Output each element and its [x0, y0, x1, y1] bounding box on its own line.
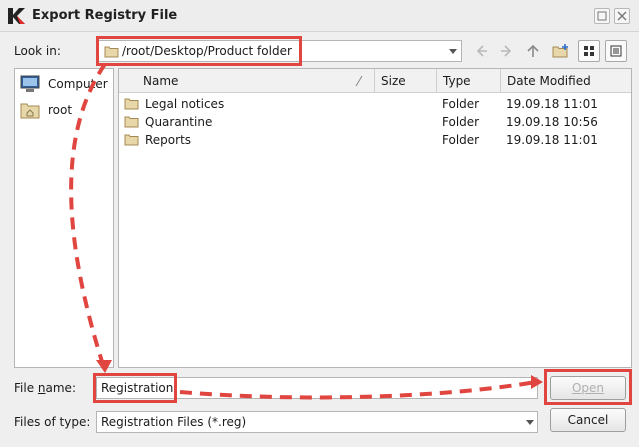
file-name: Legal notices [145, 97, 225, 111]
filename-label: File name: [14, 381, 76, 395]
filetype-value: Registration Files (*.reg) [101, 415, 247, 429]
column-header-name[interactable]: Name [119, 69, 375, 93]
parent-directory-button[interactable] [522, 40, 544, 62]
column-header-type[interactable]: Type [437, 69, 501, 93]
minimize-icon [597, 11, 607, 21]
icon-view-icon [584, 46, 594, 56]
computer-icon [20, 75, 40, 92]
file-type: Folder [442, 97, 480, 111]
file-type: Folder [442, 133, 480, 147]
folder-icon [124, 98, 139, 110]
file-name: Quarantine [145, 115, 213, 129]
detail-view-icon [610, 45, 622, 57]
parent-directory-icon [527, 44, 539, 57]
file-name: Reports [145, 133, 192, 147]
cancel-button[interactable]: Cancel [550, 408, 626, 432]
filetype-label: Files of type: [14, 415, 91, 429]
new-folder-icon [552, 44, 568, 58]
column-header-date-modified[interactable]: Date Modified [501, 69, 631, 93]
file-type: Folder [442, 115, 480, 129]
forward-button[interactable] [496, 40, 518, 62]
sidebar-item-root[interactable]: root [20, 99, 72, 121]
icon-view-button[interactable] [578, 40, 600, 62]
back-icon [476, 45, 487, 57]
window-title: Export Registry File [32, 8, 178, 23]
app-logo-icon [8, 8, 25, 24]
annotation-highlight-open [544, 369, 632, 405]
lookin-label: Look in: [14, 44, 61, 58]
sidebar-item-label: root [48, 103, 73, 117]
file-date: 19.09.18 11:01 [506, 133, 598, 147]
home-folder-icon [20, 103, 40, 119]
chevron-down-icon[interactable] [449, 49, 457, 54]
close-button[interactable] [614, 8, 630, 24]
folder-icon [124, 134, 139, 146]
sidebar-item-label: Computer [48, 77, 108, 91]
file-date: 19.09.18 11:01 [506, 97, 598, 111]
folder-icon [124, 116, 139, 128]
forward-icon [501, 45, 512, 57]
minimize-button[interactable] [594, 8, 610, 24]
new-folder-button[interactable] [550, 40, 572, 62]
sidebar-item-computer[interactable]: Computer [20, 73, 108, 95]
annotation-highlight-filename [93, 373, 177, 403]
annotation-highlight-path [96, 36, 302, 66]
chevron-down-icon[interactable] [526, 420, 534, 425]
sort-indicator-icon [355, 75, 363, 87]
detail-view-button[interactable] [605, 40, 627, 62]
column-header-size[interactable]: Size [375, 69, 437, 93]
back-button[interactable] [470, 40, 492, 62]
close-icon [617, 11, 627, 21]
file-date: 19.09.18 10:56 [506, 115, 598, 129]
